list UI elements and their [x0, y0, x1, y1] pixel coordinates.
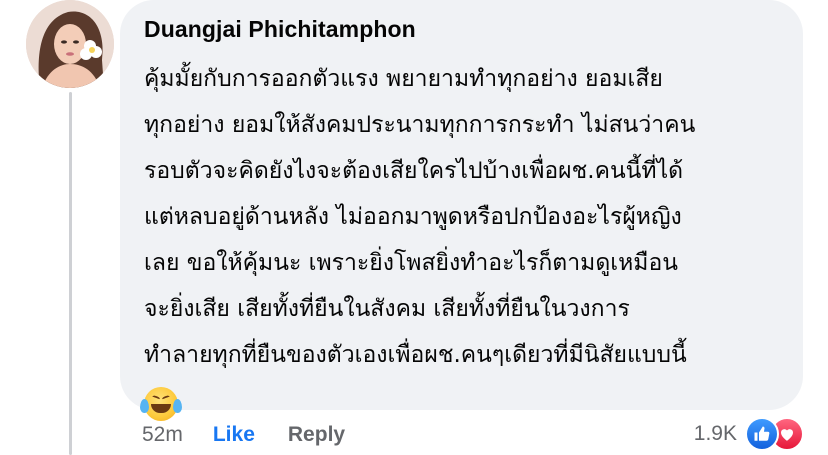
- comment-text: คุ้มมั้ยกับการออกตัวแรง พยายามทำทุกอย่าง…: [140, 56, 779, 424]
- avatar-photo: [26, 0, 114, 88]
- comment-bubble: Duangjai Phichitamphon คุ้มมั้ยกับการออก…: [120, 0, 803, 421]
- comment-line: ทุกอย่าง ยอมให้สังคมประนามทุกการกระทำ ไม…: [144, 112, 696, 138]
- thread-line: [69, 92, 72, 455]
- comment-line: ทำลายทุกที่ยืนของตัวเองเพื่อผช.คนๆเดียวท…: [144, 342, 687, 368]
- reaction-summary[interactable]: 1.9K: [694, 415, 804, 453]
- comment-line: รอบตัวจะคิดยังไงจะต้องเสียใครไปบ้างเพื่อ…: [144, 158, 684, 184]
- reaction-count: 1.9K: [693, 422, 737, 445]
- like-button[interactable]: Like: [213, 423, 255, 447]
- face-with-tears-of-joy-icon: [140, 386, 182, 421]
- comment-author[interactable]: Duangjai Phichitamphon: [144, 12, 779, 46]
- comment-timestamp[interactable]: 52m: [142, 423, 183, 447]
- comment-line: แต่หลบอยู่ด้านหลัง ไม่ออกมาพูดหรือปกป้อง…: [144, 204, 682, 230]
- like-reaction-icon: [745, 417, 779, 451]
- comment-actions: 52m Like Reply: [142, 418, 345, 452]
- reply-button[interactable]: Reply: [288, 423, 345, 447]
- comment-line: เลย ขอให้คุ้มนะ เพราะยิ่งโพสยิ่งทำอะไรก็…: [144, 250, 678, 276]
- comment-line: คุ้มมั้ยกับการออกตัวแรง พยายามทำทุกอย่าง…: [144, 66, 663, 92]
- avatar[interactable]: [26, 0, 114, 88]
- comment-line: จะยิ่งเสีย เสียทั้งที่ยืนในสังคม เสียทั้…: [144, 296, 630, 322]
